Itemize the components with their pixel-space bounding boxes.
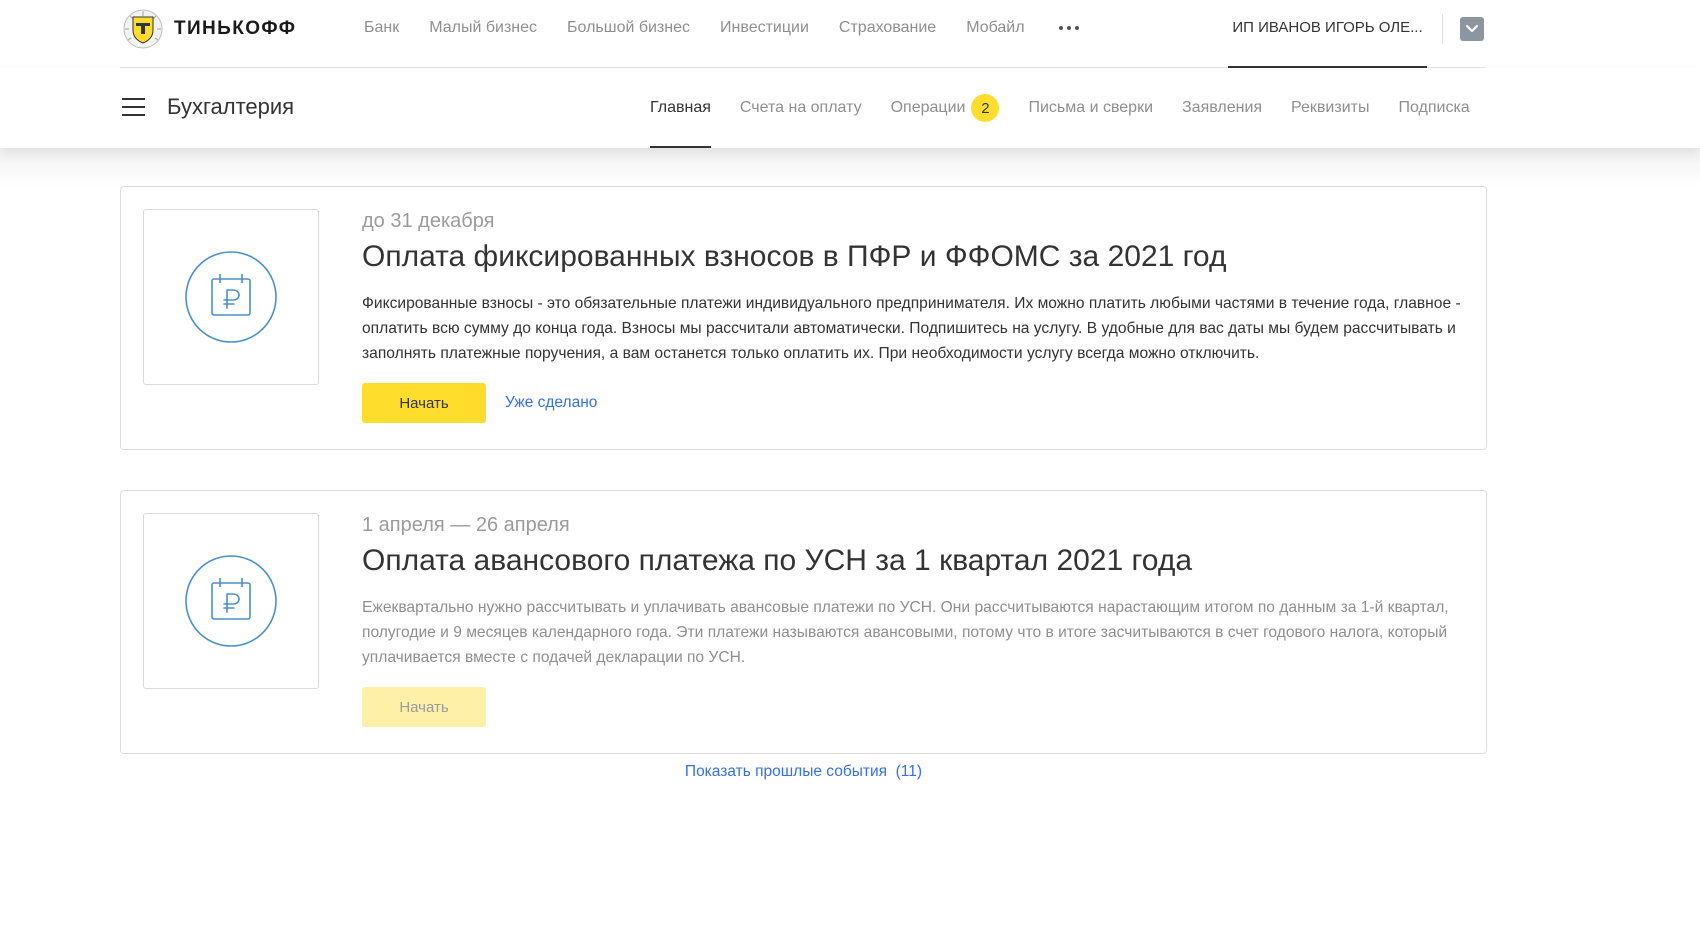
past-events: Показать прошлые события (11): [0, 763, 1607, 781]
event-title: Оплата авансового платежа по УСН за 1 кв…: [362, 544, 1193, 577]
tab-subscription[interactable]: Подписка: [1398, 68, 1469, 148]
event-icon-box: [143, 209, 319, 385]
event-actions: Начать: [362, 687, 1462, 727]
already-done-link[interactable]: Уже сделано: [505, 394, 597, 412]
event-body: до 31 декабря Оплата фиксированных взнос…: [362, 209, 1462, 423]
past-events-count: (11): [895, 763, 923, 780]
ruble-calendar-icon: [185, 555, 277, 647]
event-card: 1 апреля — 26 апреля Оплата авансового п…: [120, 490, 1487, 754]
tab-applications[interactable]: Заявления: [1182, 68, 1262, 148]
event-title: Оплата фиксированных взносов в ПФР и ФФО…: [362, 240, 1227, 273]
event-date: 1 апреля — 26 апреля: [362, 514, 570, 536]
start-button[interactable]: Начать: [362, 383, 486, 423]
top-bar-inner: ТИНЬКОФФ Банк Малый бизнес Большой бизне…: [120, 0, 1486, 68]
event-description: Ежеквартально нужно рассчитывать и уплач…: [362, 599, 1449, 666]
main-nav-item-investments[interactable]: Инвестиции: [720, 19, 809, 37]
chevron-down-icon: [1465, 24, 1479, 33]
main-nav-item-insurance[interactable]: Страхование: [839, 19, 936, 37]
main-nav-item-mobile[interactable]: Мобайл: [966, 19, 1024, 37]
brand-logo[interactable]: ТИНЬКОФФ: [120, 8, 296, 50]
header-divider: [1442, 14, 1443, 44]
brand-shield-icon: [123, 9, 163, 49]
past-events-label: Показать прошлые события: [684, 763, 888, 780]
event-body: 1 апреля — 26 апреля Оплата авансового п…: [362, 513, 1462, 727]
event-date: до 31 декабря: [362, 210, 495, 232]
section-header: Бухгалтерия Главная Счета на оплату Опер…: [0, 68, 1700, 148]
top-bar: ТИНЬКОФФ Банк Малый бизнес Большой бизне…: [0, 0, 1700, 68]
account-menu[interactable]: ИП ИВАНОВ ИГОРЬ ОЛЕ...: [1228, 0, 1427, 68]
section-title: Бухгалтерия: [167, 94, 295, 119]
operations-count-badge: 2: [971, 94, 1000, 122]
event-description: Фиксированные взносы - это обязательные …: [362, 295, 1461, 362]
event-icon-box: [143, 513, 319, 689]
tab-label: Операции: [890, 99, 966, 116]
tab-label: Подписка: [1398, 99, 1470, 116]
more-horizontal-icon[interactable]: [1058, 18, 1079, 38]
tab-operations[interactable]: Операции 2: [891, 68, 1000, 148]
main-nav-item-bank[interactable]: Банк: [364, 19, 399, 37]
main-nav: Банк Малый бизнес Большой бизнес Инвести…: [364, 0, 1079, 56]
tab-label: Реквизиты: [1291, 99, 1370, 116]
tab-requisites[interactable]: Реквизиты: [1291, 68, 1369, 148]
main-nav-item-small-business[interactable]: Малый бизнес: [429, 19, 537, 37]
account-toggle-button[interactable]: [1460, 17, 1484, 41]
hamburger-menu-icon[interactable]: [122, 98, 145, 116]
brand-name: ТИНЬКОФФ: [174, 18, 297, 39]
section-tabs: Главная Счета на оплату Операции 2 Письм…: [650, 68, 1470, 148]
tab-main[interactable]: Главная: [650, 68, 711, 148]
main-nav-item-big-business[interactable]: Большой бизнес: [567, 19, 690, 37]
show-past-events-link[interactable]: Показать прошлые события (11): [685, 763, 922, 780]
tab-label: Главная: [650, 99, 711, 116]
start-button-disabled[interactable]: Начать: [362, 687, 486, 727]
tab-label: Заявления: [1182, 99, 1263, 116]
event-actions: Начать Уже сделано: [362, 383, 1462, 423]
ruble-calendar-icon: [185, 251, 277, 343]
tab-letters[interactable]: Письма и сверки: [1028, 68, 1153, 148]
tab-label: Счета на оплату: [739, 99, 862, 116]
tab-invoices[interactable]: Счета на оплату: [740, 68, 862, 148]
tab-label: Письма и сверки: [1028, 99, 1154, 116]
event-card: до 31 декабря Оплата фиксированных взнос…: [120, 186, 1487, 450]
account-name: ИП ИВАНОВ ИГОРЬ ОЛЕ...: [1232, 18, 1423, 36]
